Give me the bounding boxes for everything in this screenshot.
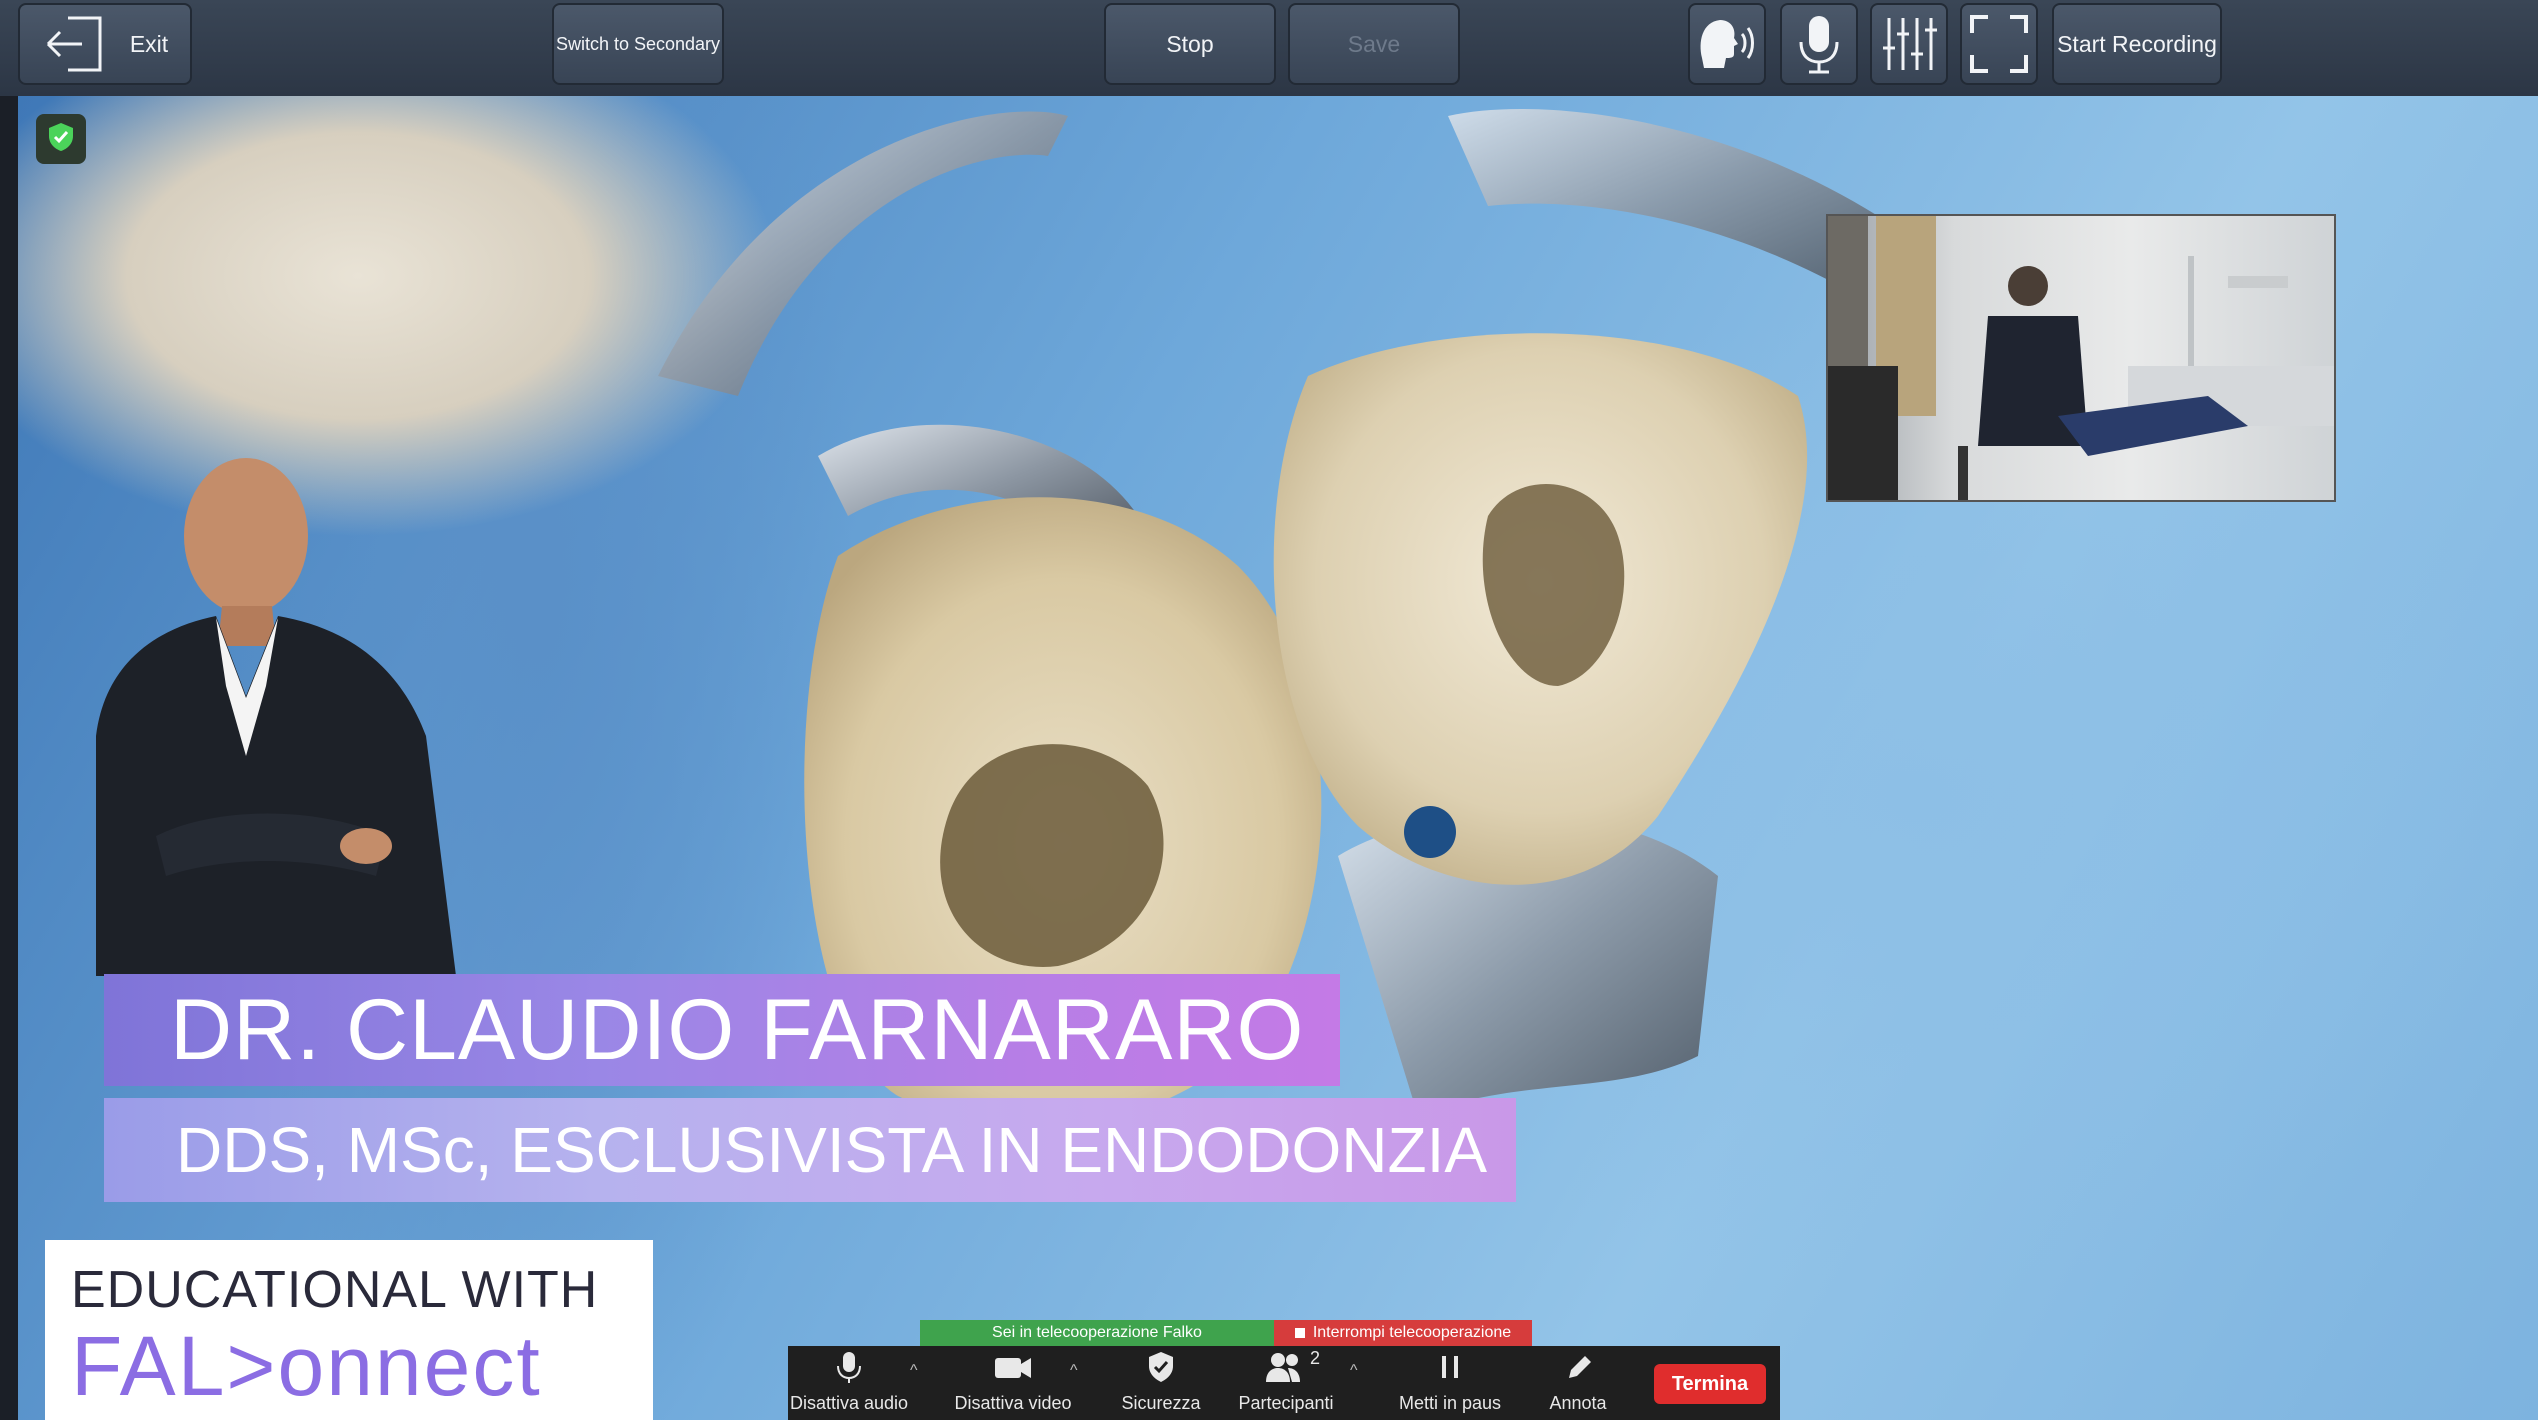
video-options-caret[interactable]: ^ — [1070, 1362, 1078, 1380]
voice-speaking-icon — [1694, 12, 1760, 76]
operatory-scene — [1828, 216, 2334, 500]
stop-telecooperation-button[interactable]: Interrompi telecooperazione — [1274, 1320, 1532, 1346]
audio-options-caret[interactable]: ^ — [910, 1362, 918, 1380]
mixer-button[interactable] — [1870, 3, 1948, 85]
presenter-name-banner: DR. CLAUDIO FARNARARO — [104, 974, 1340, 1086]
presenter-credentials: DDS, MSc, ESCLUSIVISTA IN ENDODONZIA — [176, 1114, 1488, 1186]
participants-options-caret[interactable]: ^ — [1350, 1362, 1358, 1380]
fullscreen-icon — [1968, 13, 2030, 75]
left-edge — [0, 96, 18, 1420]
stop-button[interactable]: Stop — [1104, 3, 1276, 85]
stop-video-label: Disattiva video — [954, 1393, 1072, 1413]
brand-logo: EDUCATIONAL WITH FAL>onnect — [45, 1240, 653, 1420]
annotate-label: Annota — [1549, 1393, 1607, 1413]
telecooperation-status: Sei in telecooperazione Falko — [920, 1320, 1274, 1346]
shield-check-icon — [46, 121, 76, 158]
exit-arrow-icon — [42, 12, 106, 76]
voice-button[interactable] — [1688, 3, 1766, 85]
logo-line1: EDUCATIONAL WITH — [71, 1261, 599, 1319]
pause-icon — [1435, 1350, 1465, 1389]
start-recording-label: Start Recording — [2057, 30, 2217, 57]
save-label: Save — [1347, 30, 1401, 57]
fullscreen-button[interactable] — [1960, 3, 2038, 85]
mute-audio-label: Disattiva audio — [789, 1393, 909, 1413]
security-button[interactable]: Sicurezza — [1106, 1350, 1216, 1414]
exit-label: Exit — [129, 30, 169, 57]
save-button[interactable]: Save — [1288, 3, 1460, 85]
exit-button[interactable]: Exit — [18, 3, 192, 85]
shield-icon — [1146, 1350, 1176, 1389]
end-meeting-label: Termina — [1671, 1372, 1749, 1395]
stop-telecooperation-label: Interrompi telecooperazione — [1312, 1324, 1512, 1341]
end-meeting-button[interactable]: Termina — [1654, 1364, 1766, 1404]
participants-icon: 2 — [1264, 1348, 1320, 1389]
pip-camera-view[interactable] — [1826, 214, 2336, 502]
sliders-icon — [1879, 14, 1939, 74]
participants-button[interactable]: 2 Partecipanti — [1216, 1348, 1356, 1414]
security-shield-badge — [36, 114, 86, 164]
top-toolbar: Exit Switch to Secondary Stop Save Start… — [0, 0, 2538, 98]
stop-square-icon — [1294, 1328, 1305, 1338]
microphone-button[interactable] — [1780, 3, 1858, 85]
stop-label: Stop — [1166, 30, 1214, 57]
annotate-button[interactable]: Annota — [1528, 1350, 1628, 1414]
participants-count: 2 — [1310, 1348, 1321, 1368]
participants-label: Partecipanti — [1238, 1393, 1334, 1413]
mute-audio-button[interactable]: Disattiva audio — [790, 1350, 908, 1414]
presenter-image — [96, 458, 456, 976]
pause-label: Metti in paus — [1398, 1393, 1502, 1413]
switch-secondary-button[interactable]: Switch to Secondary — [552, 3, 724, 85]
credentials-banner: DDS, MSc, ESCLUSIVISTA IN ENDODONZIA — [104, 1098, 1516, 1202]
microphone-icon — [1795, 12, 1843, 76]
pencil-icon — [1563, 1350, 1593, 1389]
start-recording-button[interactable]: Start Recording — [2052, 3, 2222, 85]
microphone-icon — [834, 1350, 864, 1389]
security-label: Sicurezza — [1121, 1393, 1201, 1413]
meeting-controls-bar: Disattiva audio ^ Disattiva video ^ Sicu… — [788, 1346, 1780, 1420]
logo-line2: FAL>onnect — [71, 1319, 542, 1413]
presenter-name: DR. CLAUDIO FARNARARO — [170, 981, 1305, 1078]
switch-secondary-label: Switch to Secondary — [555, 33, 721, 54]
video-camera-icon — [993, 1350, 1033, 1389]
telecooperation-status-text: Sei in telecooperazione Falko — [992, 1324, 1202, 1341]
pause-button[interactable]: Metti in paus — [1386, 1350, 1514, 1414]
stop-video-button[interactable]: Disattiva video — [948, 1350, 1078, 1414]
